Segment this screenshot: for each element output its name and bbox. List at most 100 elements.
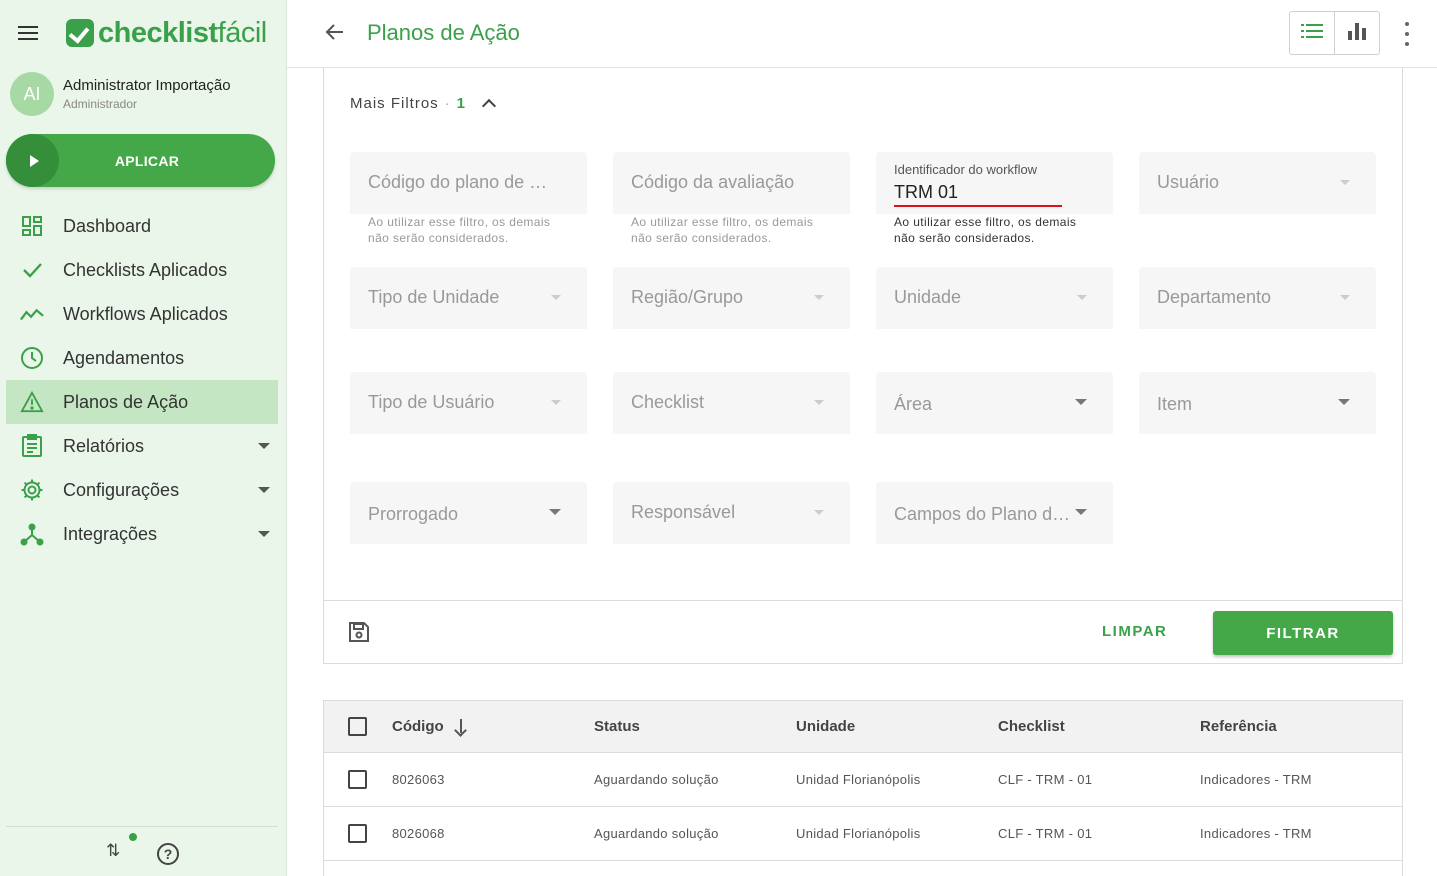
dropdown-arrow-icon <box>1077 295 1087 300</box>
table-row[interactable]: 8026068 Aguardando solução Unidad Floria… <box>324 807 1402 861</box>
sort-arrows-icon[interactable]: ⇅ <box>106 841 120 861</box>
action-plan-code-field[interactable]: Código do plano de ação <box>350 152 587 214</box>
cell-code: 8026063 <box>392 772 445 787</box>
filter-panel-footer: LIMPAR FILTRAR <box>324 600 1402 663</box>
sidebar-item-label: Checklists Aplicados <box>63 259 228 280</box>
chevron-down-icon <box>258 443 270 449</box>
row-checkbox[interactable] <box>348 824 367 843</box>
column-header-unit[interactable]: Unidade <box>796 718 855 735</box>
sidebar-item-workflows[interactable]: Workflows Aplicados <box>6 292 278 336</box>
user-select[interactable]: Usuário <box>1139 152 1376 214</box>
logo[interactable]: checklistfácil <box>66 16 267 50</box>
field-hint: Ao utilizar esse filtro, os demais não s… <box>368 215 551 245</box>
user-type-select[interactable]: Tipo de Usuário <box>350 372 587 434</box>
field-placeholder: Área <box>894 394 933 414</box>
field-underline <box>894 205 1062 207</box>
sidebar-item-checklists[interactable]: Checklists Aplicados <box>6 248 278 292</box>
column-header-checklist[interactable]: Checklist <box>998 718 1065 735</box>
play-icon <box>6 134 59 187</box>
chevron-down-icon <box>258 531 270 537</box>
evaluation-code-field[interactable]: Código da avaliação <box>613 152 850 214</box>
column-header-reference[interactable]: Referência <box>1200 718 1277 735</box>
workflow-id-field[interactable]: Identificador do workflow TRM 01 <box>876 152 1113 214</box>
table-row[interactable]: 8026063 Aguardando solução Unidad Floria… <box>324 753 1402 807</box>
unit-type-select[interactable]: Tipo de Unidade <box>350 267 587 329</box>
action-plans-table: Código Status Unidade Checklist Referênc… <box>323 700 1403 876</box>
field-value: TRM 01 <box>894 182 959 202</box>
cell-unit: Unidad Florianópolis <box>796 772 921 787</box>
cell-reference: Indicadores - TRM <box>1200 772 1312 787</box>
sidebar-item-dashboard[interactable]: Dashboard <box>6 204 278 248</box>
page-title: Planos de Ação <box>367 20 520 45</box>
field-placeholder: Campos do Plano de Ação <box>894 504 1074 524</box>
cell-checklist: CLF - TRM - 01 <box>998 772 1093 787</box>
column-header-status[interactable]: Status <box>594 718 640 735</box>
sidebar-item-integrations[interactable]: Integrações <box>6 512 278 556</box>
row-checkbox[interactable] <box>348 770 367 789</box>
item-select[interactable]: Item <box>1139 372 1376 434</box>
select-all-checkbox[interactable] <box>348 717 367 736</box>
dropdown-arrow-icon <box>1340 295 1350 300</box>
check-icon <box>20 258 44 282</box>
top-bar: Planos de Ação <box>287 0 1437 68</box>
dropdown-arrow-icon <box>1340 180 1350 185</box>
sidebar-item-label: Planos de Ação <box>63 391 189 412</box>
chevron-down-icon <box>258 487 270 493</box>
sidebar-item-label: Integrações <box>63 523 158 544</box>
dashboard-icon <box>20 214 44 238</box>
cell-status: Aguardando solução <box>594 826 719 841</box>
filter-button[interactable]: FILTRAR <box>1213 611 1393 655</box>
sidebar-item-settings[interactable]: Configurações <box>6 468 278 512</box>
column-header-code[interactable]: Código <box>392 718 469 735</box>
region-select[interactable]: Região/Grupo <box>613 267 850 329</box>
save-icon[interactable] <box>348 621 370 643</box>
responsible-select[interactable]: Responsável <box>613 482 850 544</box>
dropdown-arrow-icon <box>1075 509 1087 515</box>
avatar: AI <box>10 72 54 116</box>
hamburger-menu-icon[interactable] <box>18 22 46 46</box>
chart-view-button[interactable] <box>1334 12 1379 54</box>
filter-panel: Mais Filtros · 1 Código do plano de ação… <box>323 68 1403 664</box>
more-options-icon[interactable] <box>1397 22 1417 46</box>
trend-icon <box>20 302 44 326</box>
sidebar-item-schedules[interactable]: Agendamentos <box>6 336 278 380</box>
plan-fields-select[interactable]: Campos do Plano de Ação <box>876 482 1113 544</box>
more-filters-toggle[interactable]: Mais Filtros · 1 <box>350 95 497 114</box>
field-hint: Ao utilizar esse filtro, os demais não s… <box>631 215 814 245</box>
dropdown-arrow-icon <box>814 400 824 405</box>
field-placeholder: Item <box>1157 394 1193 414</box>
extended-select[interactable]: Prorrogado <box>350 482 587 544</box>
unit-select[interactable]: Unidade <box>876 267 1113 329</box>
chevron-up-icon <box>481 98 497 114</box>
sidebar-item-label: Configurações <box>63 479 180 500</box>
bar-chart-icon <box>1347 22 1367 45</box>
sidebar-item-label: Dashboard <box>63 215 152 236</box>
dropdown-arrow-icon <box>549 509 561 515</box>
help-icon[interactable]: ? <box>157 843 179 865</box>
cell-code: 8026068 <box>392 826 445 841</box>
dropdown-arrow-icon <box>551 400 561 405</box>
logo-check-icon <box>66 19 94 47</box>
field-label: Identificador do workflow <box>894 162 1038 177</box>
more-filters-label: Mais Filtros <box>350 95 439 112</box>
user-profile[interactable]: AI Administrator Importação Administrado… <box>10 72 231 116</box>
field-placeholder: Região/Grupo <box>631 287 744 307</box>
checklist-select[interactable]: Checklist <box>613 372 850 434</box>
clear-button[interactable]: LIMPAR <box>1102 623 1167 640</box>
back-arrow-icon[interactable] <box>323 20 349 46</box>
field-placeholder: Responsável <box>631 502 736 522</box>
list-view-button[interactable] <box>1290 12 1334 54</box>
dropdown-arrow-icon <box>1075 399 1087 405</box>
sidebar-item-reports[interactable]: Relatórios <box>6 424 278 468</box>
field-placeholder: Checklist <box>631 392 705 412</box>
field-placeholder: Departamento <box>1157 287 1272 307</box>
clipboard-icon <box>20 434 44 458</box>
department-select[interactable]: Departamento <box>1139 267 1376 329</box>
cell-checklist: CLF - TRM - 01 <box>998 826 1093 841</box>
apply-button[interactable]: APLICAR <box>6 134 275 187</box>
user-name: Administrator Importação <box>63 77 231 94</box>
sidebar: checklistfácil AI Administrator Importaç… <box>0 0 287 876</box>
sidebar-item-action-plans[interactable]: Planos de Ação <box>6 380 278 424</box>
field-placeholder: Tipo de Unidade <box>368 287 500 307</box>
area-select[interactable]: Área <box>876 372 1113 434</box>
